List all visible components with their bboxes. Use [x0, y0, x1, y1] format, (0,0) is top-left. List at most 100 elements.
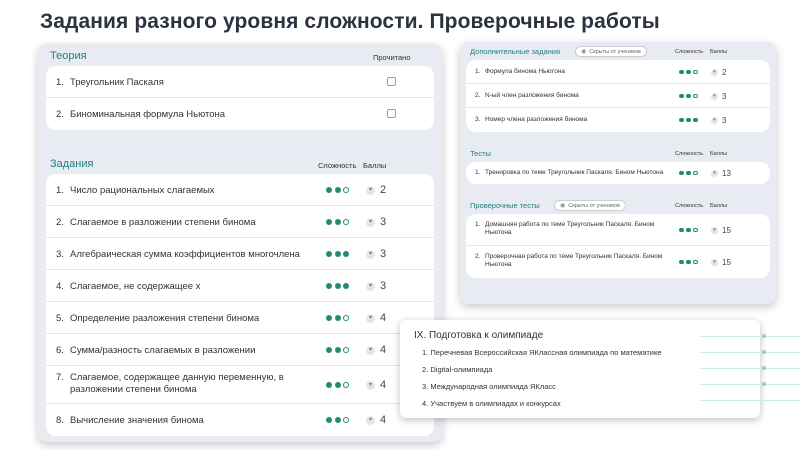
points[interactable]: ▾ 4	[366, 414, 386, 426]
list-item[interactable]: 3. Международная олимпиада ЯКласс	[422, 382, 556, 391]
difficulty-dot	[343, 187, 349, 193]
chevron-down-icon[interactable]: ▾	[366, 313, 375, 323]
difficulty-dot	[326, 382, 332, 388]
list-item[interactable]: 8. Вычисление значения бинома ▾ 4	[46, 404, 434, 436]
points[interactable]: ▾ 15	[711, 226, 731, 235]
difficulty-dot	[343, 315, 349, 321]
difficulty-dot	[343, 251, 349, 257]
points[interactable]: ▾ 2	[366, 184, 386, 196]
difficulty-dot	[343, 347, 349, 353]
chevron-down-icon[interactable]: ▾	[711, 116, 718, 124]
list-item[interactable]: 3. Номер члена разложения бинома ▾ 3	[466, 108, 770, 132]
right-panel: Дополнительные задания ◉ Скрыты от ученик…	[460, 42, 776, 304]
difficulty-dot	[686, 227, 691, 232]
points-column-label: Баллы	[710, 203, 728, 209]
chevron-down-icon[interactable]: ▾	[366, 380, 375, 390]
difficulty-indicator	[326, 187, 349, 193]
chevron-down-icon[interactable]: ▾	[366, 415, 375, 425]
points-column-label: Баллы	[710, 49, 728, 55]
item-label: Число рациональных слагаемых	[70, 185, 215, 196]
list-item[interactable]: 1. Треугольник Паскаля	[46, 66, 434, 98]
decor-line	[700, 336, 800, 337]
difficulty-column-label: Сложность	[675, 203, 704, 209]
item-label: N-ый член разложения бинома	[485, 92, 579, 99]
difficulty-dot	[693, 117, 698, 122]
difficulty-dot	[334, 417, 341, 423]
difficulty-dot	[334, 315, 341, 321]
difficulty-dot	[693, 93, 698, 98]
list-item[interactable]: 1. Перечневая Всероссийская ЯКлассная ол…	[422, 348, 662, 357]
points[interactable]: ▾ 4	[366, 379, 386, 391]
chevron-down-icon[interactable]: ▾	[711, 226, 718, 234]
difficulty-dot	[693, 259, 698, 264]
list-item[interactable]: 1. Формула бинома Ньютона ▾ 2	[466, 60, 770, 84]
points[interactable]: ▾ 4	[366, 312, 386, 324]
list-item[interactable]: 2. Биноминальная формула Ньютона	[46, 98, 434, 130]
item-label: Сумма/разность слагаемых в разложении	[70, 345, 256, 356]
chevron-down-icon[interactable]: ▾	[366, 281, 375, 291]
theory-item-label: Биноминальная формула Ньютона	[70, 109, 226, 120]
points[interactable]: ▾ 3	[711, 116, 726, 125]
list-item[interactable]: 1. Число рациональных слагаемых ▾ 2	[46, 174, 434, 206]
difficulty-dot	[686, 170, 691, 175]
list-item[interactable]: 4. Слагаемое, не содержащее x ▾ 3	[46, 270, 434, 302]
difficulty-dot	[679, 93, 684, 98]
item-label: Формула бинома Ньютона	[485, 68, 566, 75]
item-label: Проверочная работа по теме Треугольник П…	[485, 253, 663, 269]
list-item[interactable]: 2. Проверочная работа по теме Треугольник…	[466, 246, 770, 278]
difficulty-dot	[326, 417, 332, 423]
list-item[interactable]: 1. Тренировка по теме Треугольник Паскаля…	[466, 162, 770, 184]
difficulty-column-label: Сложность	[675, 151, 704, 157]
chevron-down-icon[interactable]: ▾	[366, 217, 375, 227]
points[interactable]: ▾ 4	[366, 344, 386, 356]
checks-card: 1. Домашняя работа по теме Треугольник Па…	[466, 214, 770, 278]
left-panel: Теория Прочитано 1. Треугольник Паскаля …	[38, 44, 442, 442]
item-label: Слагаемое, содержащее данную переменную,…	[70, 372, 284, 395]
item-label: Домашняя работа по теме Треугольник Паск…	[485, 221, 655, 237]
tasks-card: 1. Число рациональных слагаемых ▾ 2 2. Слагае…	[46, 174, 434, 436]
chevron-down-icon[interactable]: ▾	[711, 258, 718, 266]
chevron-down-icon[interactable]: ▾	[366, 185, 375, 195]
chevron-down-icon[interactable]: ▾	[711, 169, 718, 177]
chevron-down-icon[interactable]: ▾	[711, 92, 718, 100]
decor-dot	[762, 334, 766, 338]
difficulty-dot	[693, 69, 698, 74]
difficulty-dot	[679, 227, 684, 232]
difficulty-column-label: Сложность	[675, 49, 704, 55]
tests-label: Тесты	[470, 149, 491, 158]
list-item[interactable]: 6. Сумма/разность слагаемых в разложении ▾…	[46, 334, 434, 366]
difficulty-dot	[343, 219, 349, 225]
list-item[interactable]: 2. Слагаемое в разложении степени бинома ▾…	[46, 206, 434, 238]
list-item[interactable]: 3. Алгебраическая сумма коэффициентов мно…	[46, 238, 434, 270]
item-label: Слагаемое в разложении степени бинома	[70, 217, 256, 228]
difficulty-dot	[686, 69, 691, 74]
chevron-down-icon[interactable]: ▾	[711, 68, 718, 76]
list-item[interactable]: 2. Digital-олимпиада	[422, 365, 492, 374]
difficulty-indicator	[679, 69, 698, 74]
read-checkbox[interactable]	[387, 109, 396, 118]
points[interactable]: ▾ 2	[711, 68, 726, 77]
list-item[interactable]: 4. Участвуем в олимпиадах и конкурсах	[422, 399, 561, 408]
points[interactable]: ▾ 13	[711, 169, 731, 178]
slide: Задания разного уровня сложности. Провер…	[0, 0, 800, 450]
list-item[interactable]: 1. Домашняя работа по теме Треугольник Па…	[466, 214, 770, 246]
chevron-down-icon[interactable]: ▾	[366, 249, 375, 259]
extra-card: 1. Формула бинома Ньютона ▾ 2 2. N-ый член ра…	[466, 60, 770, 132]
points[interactable]: ▾ 3	[366, 280, 386, 292]
difficulty-indicator	[679, 170, 698, 175]
points[interactable]: ▾ 3	[366, 216, 386, 228]
points[interactable]: ▾ 3	[711, 92, 726, 101]
decor-dot	[762, 366, 766, 370]
points[interactable]: ▾ 15	[711, 258, 731, 267]
difficulty-dot	[334, 382, 341, 388]
difficulty-indicator	[326, 315, 349, 321]
list-item[interactable]: 2. N-ый член разложения бинома ▾ 3	[466, 84, 770, 108]
difficulty-dot	[679, 69, 684, 74]
olympiad-card: IX. Подготовка к олимпиаде 1. Перечневая…	[400, 320, 760, 418]
read-checkbox[interactable]	[387, 77, 396, 86]
list-item[interactable]: 5. Определение разложения степени бинома ▾…	[46, 302, 434, 334]
decor-dot	[762, 350, 766, 354]
points[interactable]: ▾ 3	[366, 248, 386, 260]
chevron-down-icon[interactable]: ▾	[366, 345, 375, 355]
list-item[interactable]: 7. Слагаемое, содержащее данную переменну…	[46, 366, 434, 404]
